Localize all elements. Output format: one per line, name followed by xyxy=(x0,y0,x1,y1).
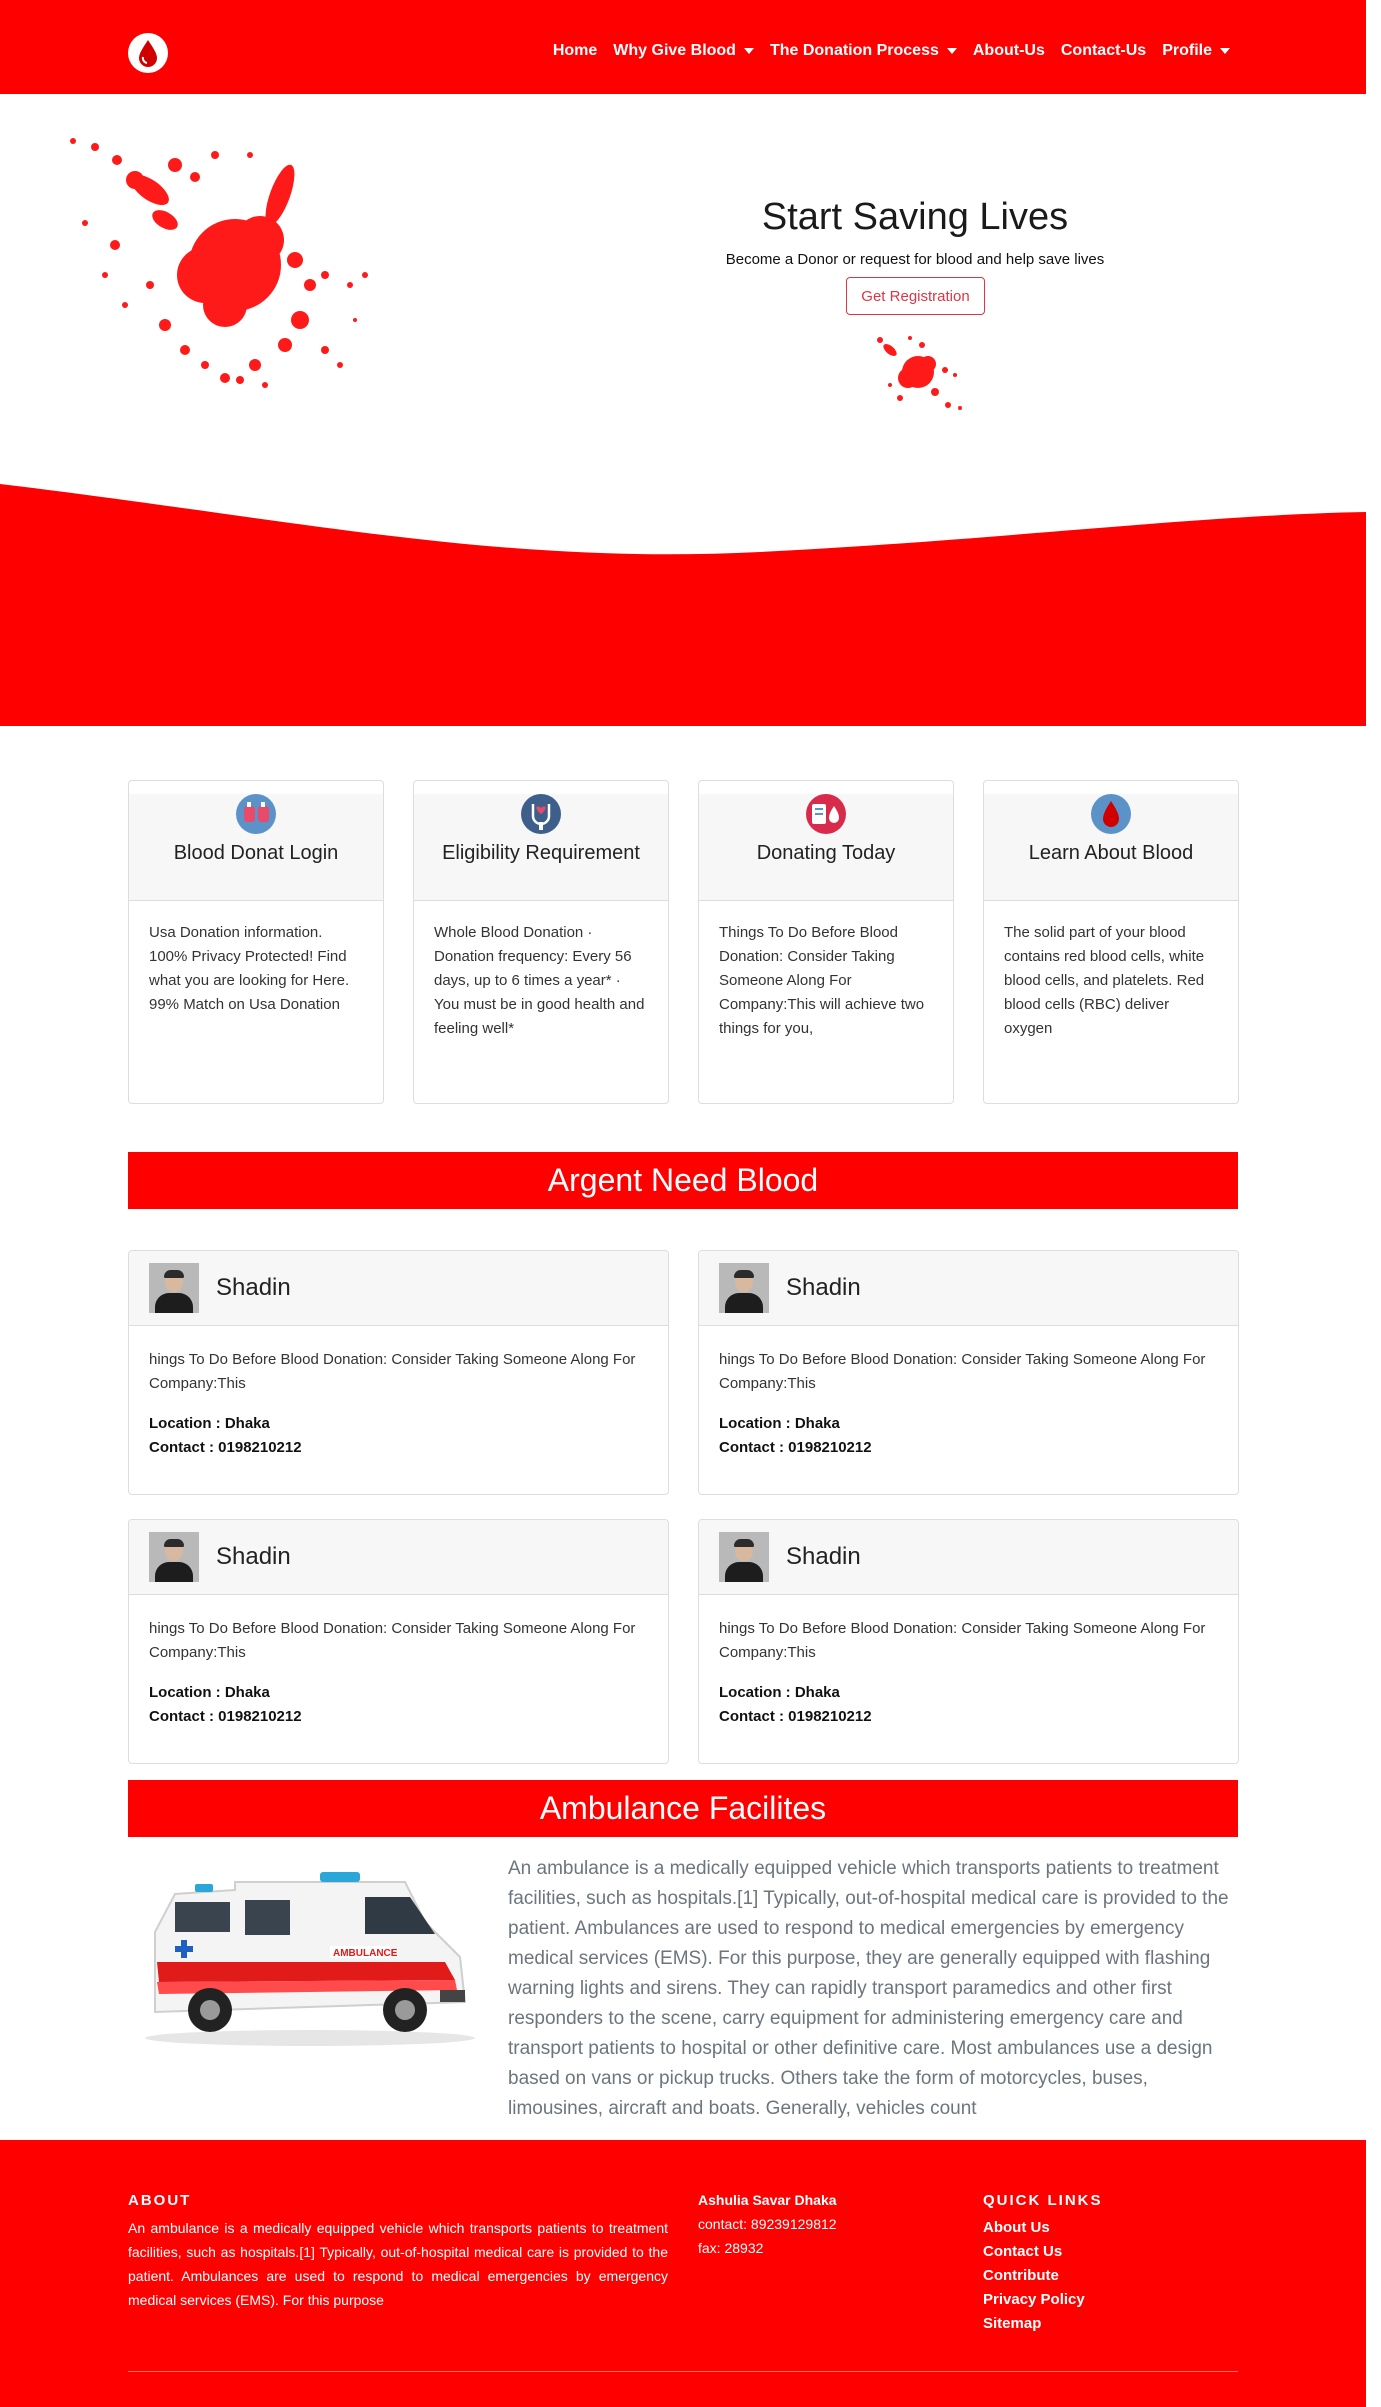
urgent-request-card[interactable]: Shadin hings To Do Before Blood Donation… xyxy=(128,1250,669,1495)
request-text: hings To Do Before Blood Donation: Consi… xyxy=(719,1351,1206,1392)
hero-subtitle: Become a Donor or request for blood and … xyxy=(725,251,1105,268)
nav-profile-label: Profile xyxy=(1162,42,1212,59)
request-contact: Contact : 0198210212 xyxy=(149,1439,302,1456)
nav-contact-us[interactable]: Contact-Us xyxy=(1061,42,1146,60)
request-text: hings To Do Before Blood Donation: Consi… xyxy=(149,1620,636,1661)
footer-link-privacy-policy[interactable]: Privacy Policy xyxy=(983,2288,1085,2312)
nav-home-label: Home xyxy=(552,42,598,59)
donation-icon xyxy=(806,794,846,834)
footer-divider xyxy=(128,2371,1238,2372)
blood-bag-icon xyxy=(236,794,276,834)
donor-name: Shadin xyxy=(216,1543,291,1570)
ambulance-banner: Ambulance Facilites xyxy=(128,1780,1238,1837)
avatar xyxy=(719,1263,769,1313)
nav-contact-us-label: Contact-Us xyxy=(1060,42,1147,59)
footer-about-text: An ambulance is a medically equipped veh… xyxy=(128,2220,668,2308)
urgent-request-card[interactable]: Shadin hings To Do Before Blood Donation… xyxy=(698,1250,1239,1495)
ambulance-vehicle-label: AMBULANCE xyxy=(333,1948,398,1959)
avatar xyxy=(149,1263,199,1313)
urgent-card-header: Shadin xyxy=(699,1520,1238,1595)
caret-down-icon xyxy=(946,48,957,54)
blood-splatter-image xyxy=(70,138,368,388)
feature-card-title: Learn About Blood xyxy=(1028,842,1194,864)
feature-card-donating[interactable]: Donating Today Things To Do Before Blood… xyxy=(698,780,954,1104)
donor-name: Shadin xyxy=(786,1543,861,1570)
urgent-card-header: Shadin xyxy=(129,1520,668,1595)
feature-card-text: Usa Donation information. 100% Privacy P… xyxy=(149,924,350,1013)
feature-card-eligibility[interactable]: Eligibility Requirement Whole Blood Dona… xyxy=(413,780,669,1104)
feature-card-title: Eligibility Requirement xyxy=(442,842,640,864)
nav-why-give-blood-label: Why Give Blood xyxy=(613,42,736,59)
urgent-need-banner: Argent Need Blood xyxy=(128,1152,1238,1209)
nav-why-give-blood[interactable]: Why Give Blood xyxy=(613,42,754,60)
donor-name: Shadin xyxy=(786,1274,861,1301)
feature-card-text: Things To Do Before Blood Donation: Cons… xyxy=(719,924,925,1037)
blood-drop-logo-icon[interactable] xyxy=(128,33,168,73)
nav-about-us[interactable]: About-Us xyxy=(973,42,1045,60)
request-text: hings To Do Before Blood Donation: Consi… xyxy=(149,1351,636,1392)
small-blood-splatter-image xyxy=(877,336,962,410)
stethoscope-icon xyxy=(521,794,561,834)
blood-drop-icon xyxy=(1091,794,1131,834)
urgent-card-body: hings To Do Before Blood Donation: Consi… xyxy=(129,1326,668,1482)
footer-link-contact-us[interactable]: Contact Us xyxy=(983,2240,1085,2264)
donor-name: Shadin xyxy=(216,1274,291,1301)
feature-card-header: Eligibility Requirement xyxy=(414,794,668,901)
nav-links: Home Why Give Blood The Donation Process… xyxy=(537,42,1230,60)
request-text: hings To Do Before Blood Donation: Consi… xyxy=(719,1620,1206,1661)
urgent-card-body: hings To Do Before Blood Donation: Consi… xyxy=(699,1595,1238,1751)
footer-address: Ashulia Savar Dhaka xyxy=(698,2192,837,2208)
urgent-card-body: hings To Do Before Blood Donation: Consi… xyxy=(129,1595,668,1751)
urgent-request-card[interactable]: Shadin hings To Do Before Blood Donation… xyxy=(698,1519,1239,1764)
feature-card-title: Blood Donat Login xyxy=(173,842,339,864)
footer-contact: contact: 89239129812 xyxy=(698,2216,837,2232)
feature-card-learn[interactable]: Learn About Blood The solid part of your… xyxy=(983,780,1239,1104)
urgent-request-card[interactable]: Shadin hings To Do Before Blood Donation… xyxy=(128,1519,669,1764)
request-contact: Contact : 0198210212 xyxy=(719,1708,872,1725)
navbar: Home Why Give Blood The Donation Process… xyxy=(0,0,1366,94)
nav-donation-process[interactable]: The Donation Process xyxy=(770,42,957,60)
request-location: Location : Dhaka xyxy=(719,1684,840,1701)
footer-about-title: ABOUT xyxy=(128,2192,192,2209)
request-contact: Contact : 0198210212 xyxy=(719,1439,872,1456)
nav-about-us-label: About-Us xyxy=(972,42,1045,59)
hero-title: Start Saving Lives xyxy=(761,196,1069,238)
footer-link-about-us[interactable]: About Us xyxy=(983,2216,1085,2240)
footer-quick-links-title: QUICK LINKS xyxy=(983,2192,1103,2209)
feature-card-login[interactable]: Blood Donat Login Usa Donation informati… xyxy=(128,780,384,1104)
footer: ABOUT An ambulance is a medically equipp… xyxy=(0,2140,1366,2407)
feature-card-text: The solid part of your blood contains re… xyxy=(1004,924,1205,1037)
ambulance-description: An ambulance is a medically equipped veh… xyxy=(508,1858,1229,2119)
hero-wave-shape xyxy=(0,484,1366,726)
ambulance-image: AMBULANCE xyxy=(145,1872,475,2046)
urgent-card-header: Shadin xyxy=(699,1251,1238,1326)
nav-donation-process-label: The Donation Process xyxy=(769,42,939,59)
urgent-card-header: Shadin xyxy=(129,1251,668,1326)
request-contact: Contact : 0198210212 xyxy=(149,1708,302,1725)
nav-home[interactable]: Home xyxy=(553,42,597,60)
footer-quick-links: About Us Contact Us Contribute Privacy P… xyxy=(983,2216,1085,2336)
request-location: Location : Dhaka xyxy=(149,1684,270,1701)
feature-card-header: Learn About Blood xyxy=(984,794,1238,901)
nav-profile[interactable]: Profile xyxy=(1162,42,1230,60)
get-registration-button[interactable]: Get Registration xyxy=(846,277,985,315)
feature-card-header: Donating Today xyxy=(699,794,953,901)
footer-link-contribute[interactable]: Contribute xyxy=(983,2264,1085,2288)
request-location: Location : Dhaka xyxy=(719,1415,840,1432)
caret-down-icon xyxy=(743,48,754,54)
caret-down-icon xyxy=(1220,48,1230,54)
feature-card-title: Donating Today xyxy=(756,842,896,864)
avatar xyxy=(719,1532,769,1582)
avatar xyxy=(149,1532,199,1582)
request-location: Location : Dhaka xyxy=(149,1415,270,1432)
footer-link-sitemap[interactable]: Sitemap xyxy=(983,2312,1085,2336)
footer-fax: fax: 28932 xyxy=(698,2240,764,2256)
feature-card-text: Whole Blood Donation · Donation frequenc… xyxy=(434,924,645,1037)
feature-card-header: Blood Donat Login xyxy=(129,794,383,901)
urgent-card-body: hings To Do Before Blood Donation: Consi… xyxy=(699,1326,1238,1482)
